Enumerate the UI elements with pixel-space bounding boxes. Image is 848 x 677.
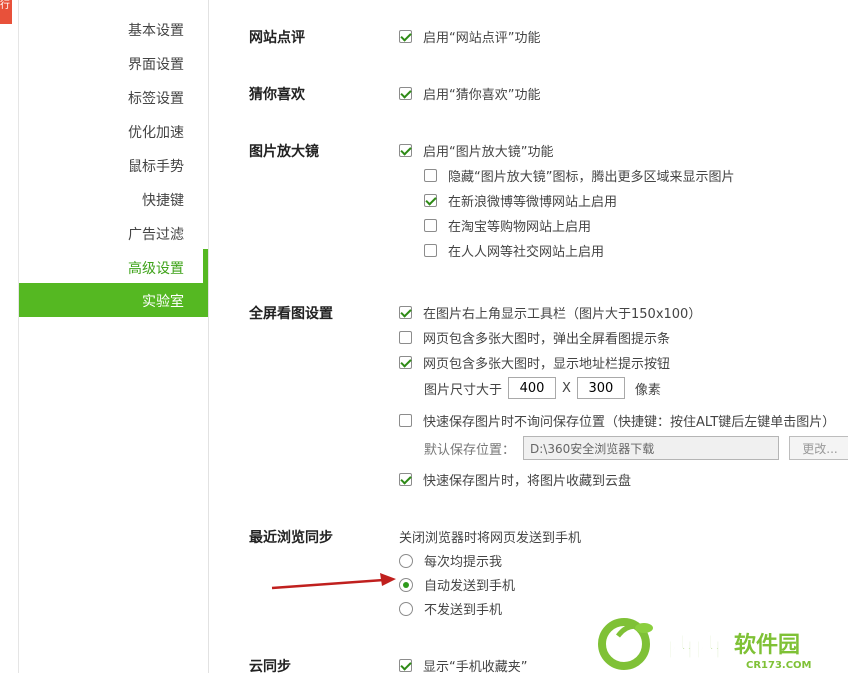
sidebar-item-shortcuts[interactable]: 快捷键 — [142, 190, 184, 210]
fullscreen-addressbar-option[interactable]: 网页包含多张大图时，显示地址栏提示按钮 — [399, 353, 670, 372]
fullscreen-popup-option[interactable]: 网页包含多张大图时，弹出全屏看图提示条 — [399, 328, 670, 347]
image-width-input[interactable] — [508, 377, 557, 399]
svg-text:软件园: 软件园 — [734, 632, 800, 658]
cloud-sync-mobile-favorites-option[interactable]: 显示“手机收藏夹” — [399, 656, 527, 675]
guess-enable-label: 启用“猜你喜欢”功能 — [423, 88, 541, 103]
save-path-input[interactable] — [523, 436, 780, 460]
section-title-recent-sync: 最近浏览同步 — [249, 530, 333, 546]
magnifier-taobao-label: 在淘宝等购物网站上启用 — [448, 220, 592, 235]
image-size-row: 图片尺寸大于 X 像素 — [424, 377, 661, 399]
fullscreen-toolbar-option[interactable]: 在图片右上角显示工具栏（图片大于150x100） — [399, 303, 701, 322]
section-title-magnifier: 图片放大镜 — [249, 144, 319, 160]
recent-sync-prompt-label: 每次均提示我 — [424, 555, 503, 570]
image-size-label: 图片尺寸大于 — [424, 382, 503, 398]
review-enable-checkbox[interactable] — [399, 30, 412, 43]
magnifier-renren-label: 在人人网等社交网站上启用 — [448, 245, 605, 260]
fullscreen-toolbar-label: 在图片右上角显示工具栏（图片大于150x100） — [423, 307, 702, 322]
section-title-fullscreen: 全屏看图设置 — [249, 306, 333, 322]
magnifier-taobao-option[interactable]: 在淘宝等购物网站上启用 — [424, 216, 591, 235]
sidebar-item-interface[interactable]: 界面设置 — [128, 54, 184, 74]
quick-save-no-ask-label: 快速保存图片时不询问保存位置（快捷键：按住ALT键后左键单击图片） — [423, 415, 836, 430]
recent-sync-prompt-radio[interactable] — [399, 553, 413, 568]
sidebar-item-adblock[interactable]: 广告过滤 — [128, 224, 184, 244]
fullscreen-addressbar-checkbox[interactable] — [399, 356, 412, 369]
magnifier-hide-icon-option[interactable]: 隐藏“图片放大镜”图标，腾出更多区域来显示图片 — [424, 166, 734, 185]
recent-sync-description: 关闭浏览器时将网页发送到手机 — [399, 531, 582, 546]
magnifier-weibo-option[interactable]: 在新浪微博等微博网站上启用 — [424, 191, 617, 210]
sidebar-active-marker — [203, 249, 208, 283]
recent-sync-never-option[interactable]: 不发送到手机 — [399, 599, 502, 618]
sidebar-item-basic[interactable]: 基本设置 — [128, 20, 184, 40]
magnifier-hide-icon-checkbox[interactable] — [424, 169, 437, 182]
red-arrow-annotation — [271, 573, 396, 590]
quick-save-cloud-option[interactable]: 快速保存图片时，将图片收藏到云盘 — [399, 470, 631, 489]
fullscreen-toolbar-checkbox[interactable] — [399, 306, 412, 319]
cloud-sync-mobile-favorites-label: 显示“手机收藏夹” — [423, 660, 528, 675]
magnifier-enable-option[interactable]: 启用“图片放大镜”功能 — [399, 141, 553, 160]
magnifier-renren-checkbox[interactable] — [424, 244, 437, 257]
review-enable-label: 启用“网站点评”功能 — [423, 31, 541, 46]
recent-sync-auto-label: 自动发送到手机 — [424, 579, 516, 594]
magnifier-renren-option[interactable]: 在人人网等社交网站上启用 — [424, 241, 604, 260]
fullscreen-addressbar-label: 网页包含多张大图时，显示地址栏提示按钮 — [423, 357, 671, 372]
save-path-row: 默认保存位置： 更改... — [424, 436, 848, 460]
magnifier-enable-checkbox[interactable] — [399, 144, 412, 157]
sidebar-item-lab-label: 实验室 — [142, 294, 184, 310]
guess-enable-checkbox[interactable] — [399, 87, 412, 100]
quick-save-cloud-checkbox[interactable] — [399, 473, 412, 486]
svg-text:西西: 西西 — [666, 630, 722, 663]
magnifier-hide-icon-label: 隐藏“图片放大镜”图标，腾出更多区域来显示图片 — [448, 170, 735, 185]
sidebar-item-optimize[interactable]: 优化加速 — [128, 122, 184, 142]
guess-enable-option[interactable]: 启用“猜你喜欢”功能 — [399, 84, 540, 103]
magnifier-weibo-label: 在新浪微博等微博网站上启用 — [448, 195, 618, 210]
times-label: X — [562, 380, 571, 396]
sidebar-item-lab[interactable]: 实验室 — [19, 283, 208, 317]
magnifier-enable-label: 启用“图片放大镜”功能 — [423, 145, 554, 160]
section-title-cloud-sync: 云同步 — [249, 659, 291, 675]
fullscreen-popup-checkbox[interactable] — [399, 331, 412, 344]
recent-sync-never-label: 不发送到手机 — [424, 603, 503, 618]
magnifier-weibo-checkbox[interactable] — [424, 194, 437, 207]
svg-text:CR173.COM: CR173.COM — [746, 660, 812, 671]
magnifier-taobao-checkbox[interactable] — [424, 219, 437, 232]
quick-save-no-ask-checkbox[interactable] — [399, 414, 412, 427]
unit-label: 像素 — [634, 382, 661, 398]
fullscreen-popup-label: 网页包含多张大图时，弹出全屏看图提示条 — [423, 332, 671, 347]
cloud-sync-mobile-favorites-checkbox[interactable] — [399, 659, 412, 672]
change-path-button[interactable]: 更改... — [789, 436, 848, 460]
cr173-watermark-logo: 西西 软件园 CR173.COM — [596, 612, 848, 673]
settings-sidebar: 基本设置 界面设置 标签设置 优化加速 鼠标手势 快捷键 广告过滤 高级设置 实… — [19, 0, 209, 673]
section-title-guess: 猜你喜欢 — [249, 87, 305, 103]
left-edge-strip: 行 — [0, 0, 19, 673]
quick-save-cloud-label: 快速保存图片时，将图片收藏到云盘 — [423, 474, 632, 489]
sidebar-item-tabs[interactable]: 标签设置 — [128, 88, 184, 108]
review-enable-option[interactable]: 启用“网站点评”功能 — [399, 27, 540, 46]
save-path-label: 默认保存位置： — [424, 442, 516, 458]
left-edge-tab[interactable]: 行 — [0, 0, 12, 24]
recent-sync-prompt-option[interactable]: 每次均提示我 — [399, 551, 502, 570]
section-title-review: 网站点评 — [249, 30, 305, 46]
sidebar-item-advanced[interactable]: 高级设置 — [128, 258, 184, 278]
image-height-input[interactable] — [576, 377, 625, 399]
recent-sync-auto-option[interactable]: 自动发送到手机 — [399, 575, 515, 594]
sidebar-item-mouse-gesture[interactable]: 鼠标手势 — [128, 156, 184, 176]
recent-sync-never-radio[interactable] — [399, 601, 413, 616]
quick-save-no-ask-option[interactable]: 快速保存图片时不询问保存位置（快捷键：按住ALT键后左键单击图片） — [399, 411, 835, 430]
